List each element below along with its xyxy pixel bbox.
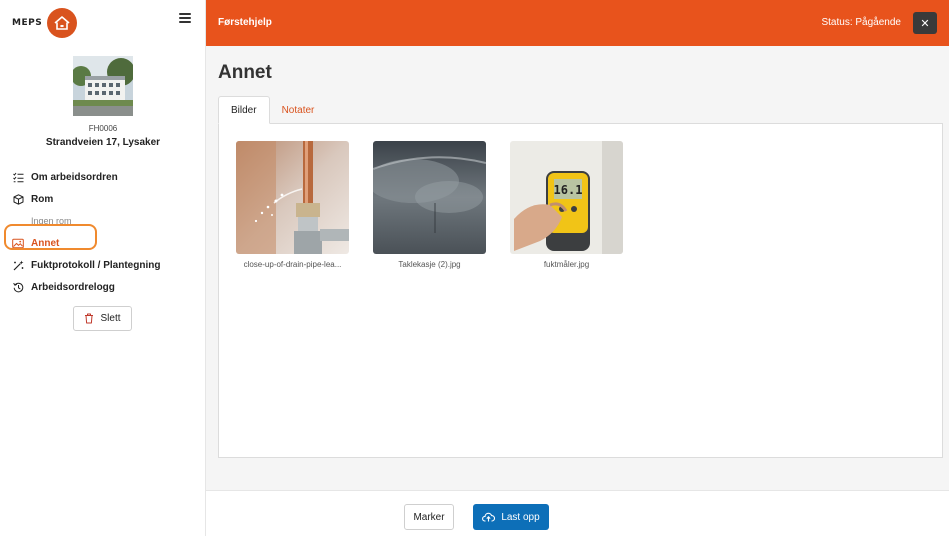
list-check-icon — [12, 171, 24, 183]
property-photo — [73, 56, 133, 116]
images-panel: close-up-of-drain-pipe-lea... Taklekasje… — [218, 123, 943, 458]
sidebar-nav: Om arbeidsordren Rom Ingen rom Annet Fuk… — [4, 166, 198, 298]
house-logo-icon — [47, 8, 78, 38]
main-content: Annet Bilder Notater close-up-of-drain-p… — [206, 46, 949, 490]
image-filename: Taklekasje (2).jpg — [398, 260, 461, 269]
sidebar-item-label: Rom — [31, 193, 54, 205]
image-thumbnail[interactable]: 16.1 — [510, 141, 623, 254]
image-card-fuktmaler[interactable]: 16.1 fuktmåler.jpg — [510, 141, 623, 269]
rom-empty-text: Ingen rom — [31, 216, 72, 226]
tabs: Bilder Notater — [218, 96, 326, 124]
close-icon: ✕ — [920, 17, 930, 30]
magic-wand-icon — [12, 259, 24, 271]
sidebar-item-rom[interactable]: Rom — [12, 188, 198, 210]
footer-actions: Marker Last opp — [206, 490, 949, 536]
svg-text:16.1: 16.1 — [554, 183, 583, 197]
sidebar-item-label: Fuktprotokoll / Plantegning — [31, 259, 161, 271]
cube-icon — [12, 193, 24, 205]
upload-button[interactable]: Last opp — [473, 504, 549, 530]
image-filename: fuktmåler.jpg — [543, 260, 590, 269]
brand[interactable]: MEPS — [12, 8, 78, 38]
image-filename: close-up-of-drain-pipe-lea... — [243, 260, 342, 269]
sidebar-item-fuktprotokoll[interactable]: Fuktprotokoll / Plantegning — [12, 254, 198, 276]
sidebar-item-arbeidsordrelogg[interactable]: Arbeidsordrelogg — [12, 276, 198, 298]
sidebar-item-label: Annet — [31, 237, 60, 249]
image-card-taklekasje[interactable]: Taklekasje (2).jpg — [373, 141, 486, 269]
image-card-drain-pipe[interactable]: close-up-of-drain-pipe-lea... — [236, 141, 349, 269]
page-title: Annet — [218, 62, 272, 83]
tab-notater[interactable]: Notater — [270, 96, 327, 124]
upload-label: Last opp — [501, 511, 540, 523]
status-text: Status: Pågående — [821, 17, 901, 28]
sidebar-item-label: Om arbeidsordren — [31, 171, 118, 183]
image-icon — [12, 237, 24, 249]
sidebar: MEPS FH0006 Strandveien 17, Lysaker Om a… — [0, 0, 206, 536]
image-thumbnail[interactable] — [373, 141, 486, 254]
sidebar-item-om-arbeidsordren[interactable]: Om arbeidsordren — [12, 166, 198, 188]
tab-bilder[interactable]: Bilder — [218, 96, 270, 124]
delete-button[interactable]: Slett — [73, 306, 132, 331]
mark-button[interactable]: Marker — [404, 504, 454, 530]
image-thumbnail[interactable] — [236, 141, 349, 254]
cloud-upload-icon — [482, 512, 496, 522]
header-bar: Førstehjelp Status: Pågående ✕ — [206, 0, 949, 46]
header-title: Førstehjelp — [218, 17, 272, 28]
image-gallery: close-up-of-drain-pipe-lea... Taklekasje… — [236, 141, 647, 269]
trash-icon — [84, 313, 94, 324]
delete-label: Slett — [100, 313, 121, 324]
sidebar-item-label: Arbeidsordrelogg — [31, 281, 115, 293]
close-button[interactable]: ✕ — [913, 12, 937, 34]
sidebar-item-annet[interactable]: Annet — [12, 232, 198, 254]
property-id: FH0006 — [88, 124, 118, 133]
brand-name: MEPS — [12, 18, 43, 28]
property-address: Strandveien 17, Lysaker — [45, 137, 161, 148]
menu-toggle-icon[interactable] — [179, 13, 191, 23]
history-icon — [12, 281, 24, 293]
